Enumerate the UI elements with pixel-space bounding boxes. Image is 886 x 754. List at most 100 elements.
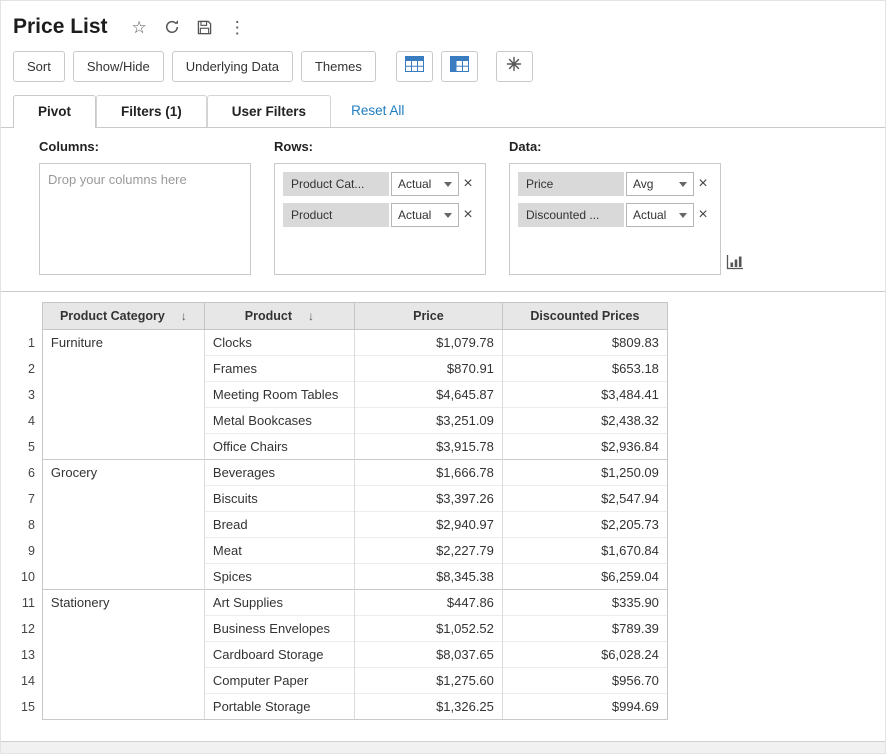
- discounted-price-cell[interactable]: $809.83: [502, 330, 667, 356]
- summary-options-icon[interactable]: [726, 254, 744, 275]
- reset-all-link[interactable]: Reset All: [351, 103, 404, 118]
- table-row: 15Portable Storage$1,326.25$994.69: [13, 694, 667, 720]
- product-cell[interactable]: Business Envelopes: [204, 616, 354, 642]
- column-header-product-category[interactable]: Product Category↓: [42, 303, 204, 330]
- category-cell[interactable]: [42, 512, 204, 538]
- product-cell[interactable]: Meeting Room Tables: [204, 382, 354, 408]
- price-cell[interactable]: $1,666.78: [354, 460, 502, 486]
- price-cell[interactable]: $3,397.26: [354, 486, 502, 512]
- product-cell[interactable]: Bread: [204, 512, 354, 538]
- tabular-view-button[interactable]: [441, 51, 478, 82]
- discounted-price-cell[interactable]: $1,250.09: [502, 460, 667, 486]
- column-header-product[interactable]: Product↓: [204, 303, 354, 330]
- column-header-discounted-prices[interactable]: Discounted Prices: [502, 303, 667, 330]
- remove-field-icon[interactable]: ×: [694, 172, 712, 196]
- favorite-star-icon[interactable]: ☆: [132, 19, 147, 36]
- sort-descending-icon[interactable]: ↓: [181, 309, 187, 323]
- discounted-price-cell[interactable]: $2,438.32: [502, 408, 667, 434]
- category-cell[interactable]: [42, 694, 204, 720]
- discounted-price-cell[interactable]: $789.39: [502, 616, 667, 642]
- product-cell[interactable]: Beverages: [204, 460, 354, 486]
- horizontal-scrollbar[interactable]: [1, 741, 885, 753]
- product-cell[interactable]: Metal Bookcases: [204, 408, 354, 434]
- category-cell[interactable]: [42, 642, 204, 668]
- price-cell[interactable]: $2,227.79: [354, 538, 502, 564]
- columns-dropzone[interactable]: Drop your columns here: [39, 163, 251, 275]
- remove-field-icon[interactable]: ×: [694, 203, 712, 227]
- price-cell[interactable]: $1,052.52: [354, 616, 502, 642]
- themes-button[interactable]: Themes: [301, 51, 376, 82]
- aggregation-select[interactable]: Actual: [391, 172, 459, 196]
- aggregation-select[interactable]: Actual: [391, 203, 459, 227]
- price-cell[interactable]: $1,079.78: [354, 330, 502, 356]
- price-cell[interactable]: $1,275.60: [354, 668, 502, 694]
- field-chip-product-category[interactable]: Product Cat...: [283, 172, 389, 196]
- discounted-price-cell[interactable]: $6,259.04: [502, 564, 667, 590]
- field-chip-price[interactable]: Price: [518, 172, 624, 196]
- category-cell[interactable]: [42, 538, 204, 564]
- show-hide-button[interactable]: Show/Hide: [73, 51, 164, 82]
- discounted-price-cell[interactable]: $2,205.73: [502, 512, 667, 538]
- sort-descending-icon[interactable]: ↓: [308, 309, 314, 323]
- discounted-price-cell[interactable]: $1,670.84: [502, 538, 667, 564]
- remove-field-icon[interactable]: ×: [459, 172, 477, 196]
- save-icon[interactable]: [197, 20, 212, 35]
- refresh-icon[interactable]: [164, 19, 180, 35]
- category-cell[interactable]: Stationery: [42, 590, 204, 616]
- price-cell[interactable]: $4,645.87: [354, 382, 502, 408]
- aggregation-select[interactable]: Avg: [626, 172, 694, 196]
- price-cell[interactable]: $1,326.25: [354, 694, 502, 720]
- field-chip-product[interactable]: Product: [283, 203, 389, 227]
- discounted-price-cell[interactable]: $994.69: [502, 694, 667, 720]
- category-cell[interactable]: Furniture: [42, 330, 204, 356]
- row-number: 4: [13, 408, 42, 434]
- product-cell[interactable]: Meat: [204, 538, 354, 564]
- discounted-price-cell[interactable]: $3,484.41: [502, 382, 667, 408]
- discounted-price-cell[interactable]: $956.70: [502, 668, 667, 694]
- remove-field-icon[interactable]: ×: [459, 203, 477, 227]
- price-cell[interactable]: $3,251.09: [354, 408, 502, 434]
- more-options-icon[interactable]: ⋮: [229, 19, 246, 36]
- category-cell[interactable]: [42, 486, 204, 512]
- price-cell[interactable]: $447.86: [354, 590, 502, 616]
- discounted-price-cell[interactable]: $335.90: [502, 590, 667, 616]
- category-cell[interactable]: [42, 616, 204, 642]
- aggregation-select[interactable]: Actual: [626, 203, 694, 227]
- insights-button[interactable]: [496, 51, 533, 82]
- product-cell[interactable]: Clocks: [204, 330, 354, 356]
- sort-button[interactable]: Sort: [13, 51, 65, 82]
- product-cell[interactable]: Office Chairs: [204, 434, 354, 460]
- data-dropzone[interactable]: Price Avg × Discounted ... Actual: [509, 163, 721, 275]
- price-cell[interactable]: $2,940.97: [354, 512, 502, 538]
- category-cell[interactable]: [42, 564, 204, 590]
- category-cell[interactable]: [42, 668, 204, 694]
- category-cell[interactable]: Grocery: [42, 460, 204, 486]
- tab-user-filters[interactable]: User Filters: [207, 95, 331, 127]
- discounted-price-cell[interactable]: $2,547.94: [502, 486, 667, 512]
- price-cell[interactable]: $8,345.38: [354, 564, 502, 590]
- product-cell[interactable]: Portable Storage: [204, 694, 354, 720]
- product-cell[interactable]: Computer Paper: [204, 668, 354, 694]
- category-cell[interactable]: [42, 382, 204, 408]
- price-cell[interactable]: $870.91: [354, 356, 502, 382]
- price-cell[interactable]: $8,037.65: [354, 642, 502, 668]
- product-cell[interactable]: Biscuits: [204, 486, 354, 512]
- discounted-price-cell[interactable]: $6,028.24: [502, 642, 667, 668]
- product-cell[interactable]: Cardboard Storage: [204, 642, 354, 668]
- price-cell[interactable]: $3,915.78: [354, 434, 502, 460]
- discounted-price-cell[interactable]: $653.18: [502, 356, 667, 382]
- category-cell[interactable]: [42, 434, 204, 460]
- column-header-price[interactable]: Price: [354, 303, 502, 330]
- compact-view-button[interactable]: [396, 51, 433, 82]
- category-cell[interactable]: [42, 356, 204, 382]
- product-cell[interactable]: Art Supplies: [204, 590, 354, 616]
- discounted-price-cell[interactable]: $2,936.84: [502, 434, 667, 460]
- underlying-data-button[interactable]: Underlying Data: [172, 51, 293, 82]
- field-chip-discounted[interactable]: Discounted ...: [518, 203, 624, 227]
- category-cell[interactable]: [42, 408, 204, 434]
- product-cell[interactable]: Frames: [204, 356, 354, 382]
- tab-filters[interactable]: Filters (1): [96, 95, 207, 127]
- product-cell[interactable]: Spices: [204, 564, 354, 590]
- rows-dropzone[interactable]: Product Cat... Actual × Product Actual: [274, 163, 486, 275]
- tab-pivot[interactable]: Pivot: [13, 95, 96, 128]
